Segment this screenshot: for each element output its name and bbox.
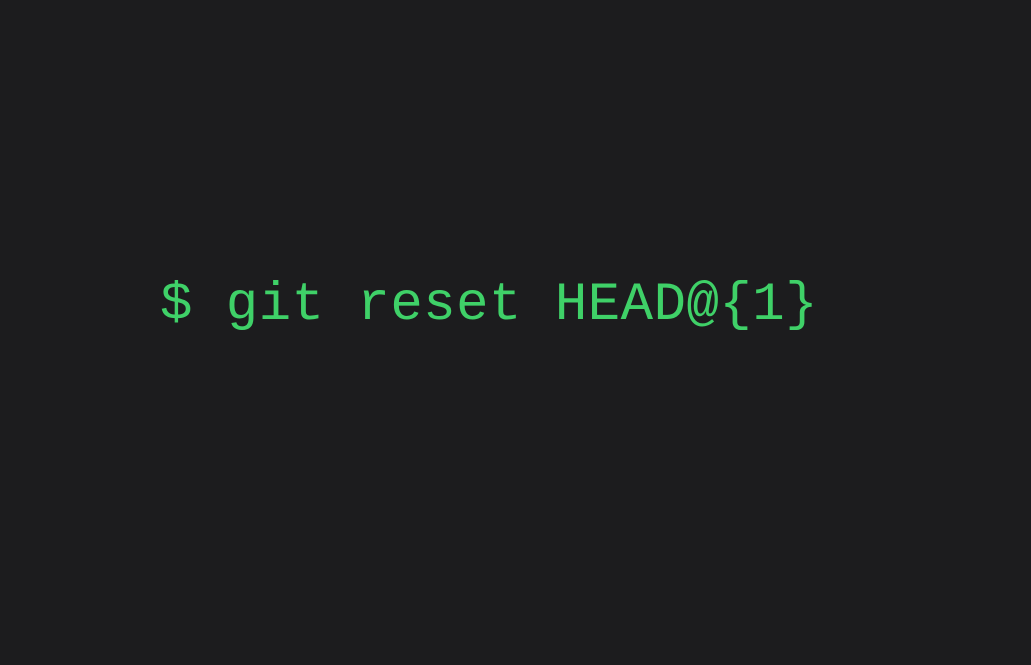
terminal-command-line: $ git reset HEAD@{1} (0, 275, 818, 336)
